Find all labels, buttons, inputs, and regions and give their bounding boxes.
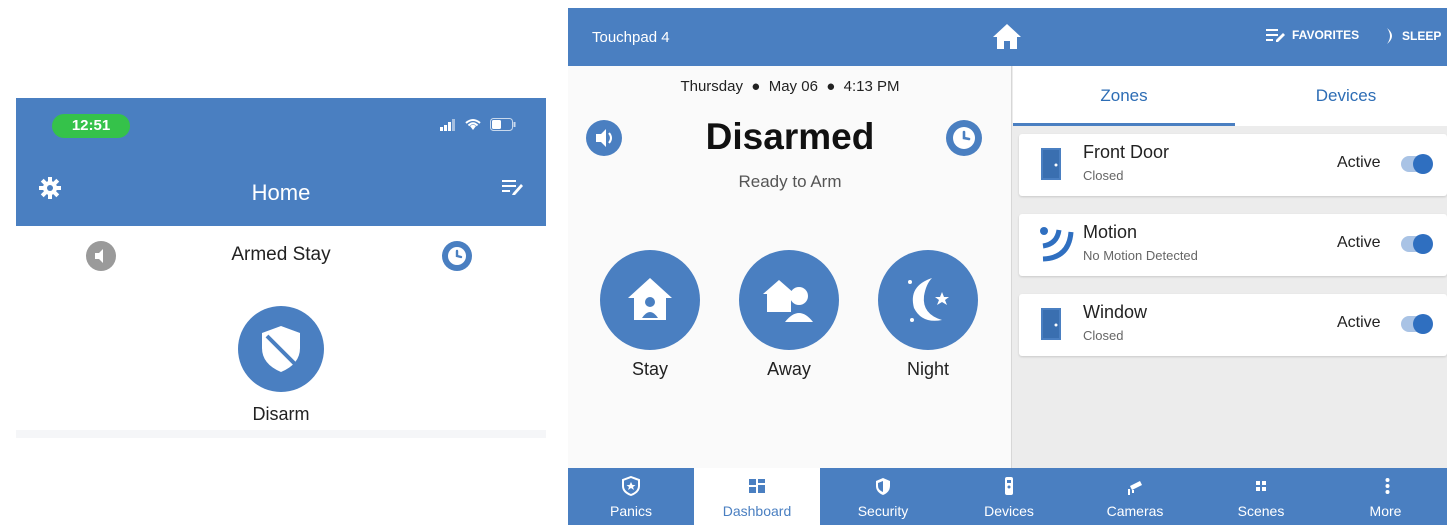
sleep-button[interactable]: SLEEP [1384,28,1441,44]
nav-panics[interactable]: Panics [568,468,694,525]
wifi-icon [465,119,481,130]
nav-security[interactable]: Security [820,468,946,525]
arm-away-label: Away [767,359,811,379]
dashboard-grid-icon [749,479,765,493]
date-time: Thursday ● May 06 ● 4:13 PM [568,78,1012,95]
nav-label: More [1369,503,1402,519]
nav-scenes[interactable]: Scenes [1198,468,1324,525]
zones-panel: Zones Devices Front Door Closed Active M… [1013,66,1447,468]
moon-star-icon [908,278,949,322]
nav-label: Devices [984,503,1034,519]
arm-stay-label: Stay [631,359,669,379]
star-shield-icon [622,476,640,496]
nav-more[interactable]: More [1324,468,1447,525]
tab-zones[interactable]: Zones [1013,66,1235,126]
favorites-icon[interactable] [502,178,524,196]
phone-app-screen: 12:51 Home Armed Stay Disarm [16,98,546,438]
nav-label: Panics [609,503,653,519]
zone-name: Motion [1083,222,1138,242]
phone-status-bar: 12:51 [16,98,546,150]
favorites-icon [1266,29,1285,42]
toggle-knob [1413,154,1433,174]
bottom-nav: Panics Dashboard Security Devices Camera… [568,468,1447,525]
toggle-knob [1413,314,1433,334]
arm-away-button[interactable] [739,250,839,350]
zones-devices-tabs: Zones Devices [1013,66,1447,126]
sleep-label: SLEEP [1402,29,1442,43]
shield-icon [876,478,890,495]
nav-label: Scenes [1237,503,1285,519]
zone-state: No Motion Detected [1083,248,1198,263]
favorites-button[interactable]: FAVORITES [1266,28,1359,42]
shield-off-icon [262,326,300,372]
nav-label: Security [857,503,909,519]
status-time: 12:51 [52,114,130,138]
moon-icon [1387,28,1392,44]
tab-devices[interactable]: Devices [1235,66,1447,126]
scenes-icon [1256,481,1266,491]
arm-night-button[interactable] [878,250,978,350]
zone-row-window[interactable]: Window Closed Active [1019,294,1447,356]
time-value: 4:13 PM [843,78,900,95]
nav-label: Cameras [1106,503,1164,519]
signal-icon [440,118,455,131]
security-substate: Ready to Arm [738,172,842,191]
disarm-label: Disarm [252,404,310,424]
page-title: Home [251,180,311,205]
date-day: Thursday [680,78,743,95]
phone-app-bar: Home [16,150,546,226]
zone-status: Active [1337,154,1381,171]
nav-devices[interactable]: Devices [946,468,1072,525]
nav-label: Dashboard [722,503,792,519]
clock-icon [448,247,466,265]
zone-name: Window [1083,302,1148,322]
zone-active-toggle[interactable] [1401,314,1433,334]
house-person-icon [628,278,672,320]
zone-active-toggle[interactable] [1401,234,1433,254]
zone-active-toggle[interactable] [1401,154,1433,174]
battery-icon [490,118,516,131]
nav-cameras[interactable]: Cameras [1072,468,1198,525]
zone-status: Active [1337,314,1381,331]
zone-row-front-door[interactable]: Front Door Closed Active [1019,134,1447,196]
security-panel: Thursday ● May 06 ● 4:13 PM Disarmed Rea… [568,66,1012,468]
disarm-button[interactable] [238,306,324,392]
separator-dot: ● [822,78,840,95]
zone-status: Active [1337,234,1381,251]
phone-content: Armed Stay Disarm [16,226,546,430]
motion-sensor-icon [1040,227,1074,262]
zone-row-motion[interactable]: Motion No Motion Detected Active [1019,214,1447,276]
separator-dot: ● [747,78,765,95]
home-icon[interactable] [992,22,1022,50]
schedule-button[interactable] [946,120,982,156]
remote-icon [1005,477,1013,495]
camera-icon [1128,481,1142,495]
zone-state: Closed [1083,328,1124,343]
device-name: Touchpad 4 [592,29,670,46]
touchpad-screen: Touchpad 4 FAVORITES SLEEP Thursday ● Ma… [568,8,1447,525]
arm-night-label: Night [906,359,950,379]
toggle-knob [1413,234,1433,254]
arm-stay-button[interactable] [600,250,700,350]
nav-dashboard[interactable]: Dashboard [694,468,820,525]
touchpad-top-bar: Touchpad 4 FAVORITES SLEEP [568,8,1447,66]
schedule-button[interactable] [442,241,472,271]
zone-name: Front Door [1083,142,1170,162]
clock-icon [953,127,975,149]
date-value: May 06 [768,78,818,95]
more-vertical-icon [1385,478,1390,494]
favorites-label: FAVORITES [1292,28,1360,42]
status-icons [440,118,516,131]
house-away-icon [763,280,813,322]
window-icon [1041,308,1061,340]
zone-state: Closed [1083,168,1124,183]
door-icon [1041,148,1061,180]
